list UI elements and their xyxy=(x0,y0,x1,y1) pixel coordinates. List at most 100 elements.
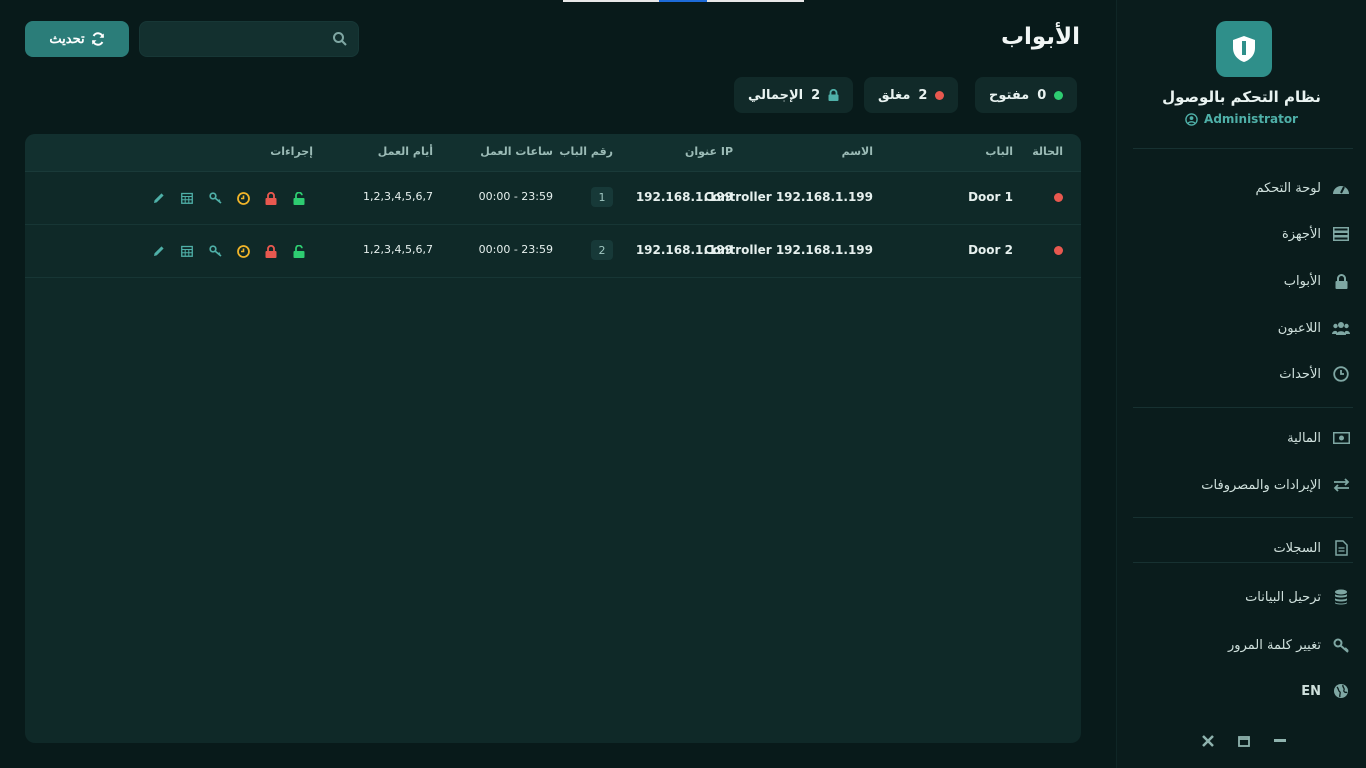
table-header: الحالة الباب الاسم عنوان IP رقم الباب سا… xyxy=(25,134,1081,172)
edit-button[interactable] xyxy=(152,244,166,258)
sidebar-item-label: ترحيل البيانات xyxy=(1245,589,1321,605)
close-door-button[interactable] xyxy=(264,244,278,258)
close-window-button[interactable] xyxy=(1198,731,1218,751)
sidebar-item-devices[interactable]: الأجهزة xyxy=(1133,216,1353,252)
sidebar: نظام التحكم بالوصول Administrator لوحة ا… xyxy=(1116,0,1366,768)
sidebar-item-label: الأحداث xyxy=(1279,366,1321,382)
door-status-dot xyxy=(1054,246,1063,255)
working-hours: 00:00 - 23:59 xyxy=(478,243,553,256)
open-label: مفتوح xyxy=(989,87,1030,103)
lock-icon xyxy=(1331,271,1351,291)
unlock-icon xyxy=(293,244,305,258)
shield-icon xyxy=(1233,36,1255,62)
table-row: Door 1 Controller 192.168.1.199 192.168.… xyxy=(25,172,1081,225)
close-door-button[interactable] xyxy=(264,191,278,205)
open-status-dot xyxy=(1054,90,1064,100)
sidebar-item-label: الإيرادات والمصروفات xyxy=(1201,477,1321,493)
closed-label: مغلق xyxy=(878,87,911,103)
calendar-icon xyxy=(181,192,193,204)
schedule-button[interactable] xyxy=(236,191,250,205)
sidebar-item-data-migration[interactable]: ترحيل البيانات xyxy=(1133,579,1353,615)
door-password-button[interactable] xyxy=(208,191,222,205)
current-user: Administrator xyxy=(1117,112,1366,126)
sidebar-item-label: تغيير كلمة المرور xyxy=(1228,637,1321,653)
lock-icon xyxy=(828,89,839,101)
sidebar-item-language[interactable]: EN xyxy=(1133,673,1353,709)
total-count-chip: 2 الإجمالي xyxy=(734,77,854,113)
minimize-window-button[interactable] xyxy=(1270,731,1290,751)
header-working-hours: ساعات العمل xyxy=(480,145,553,158)
server-icon xyxy=(1331,224,1351,244)
maximize-window-button[interactable] xyxy=(1234,731,1254,751)
search-input[interactable] xyxy=(139,21,359,57)
dashboard-icon xyxy=(1331,178,1351,198)
sidebar-divider xyxy=(1133,562,1353,563)
top-window-strip-accent xyxy=(659,0,707,2)
ip-address: 192.168.1.199 xyxy=(635,190,733,204)
clock-icon xyxy=(236,244,250,258)
top-window-strip xyxy=(563,0,804,2)
refresh-button[interactable]: تحديث xyxy=(25,21,129,57)
sidebar-item-players[interactable]: اللاعبون xyxy=(1133,310,1353,346)
sidebar-item-finance[interactable]: المالية xyxy=(1133,420,1353,456)
open-door-button[interactable] xyxy=(292,191,306,205)
key-icon xyxy=(208,245,222,257)
sidebar-divider xyxy=(1133,517,1353,518)
working-days: 1,2,3,4,5,6,7 xyxy=(363,190,433,203)
open-door-button[interactable] xyxy=(292,244,306,258)
edit-button[interactable] xyxy=(152,191,166,205)
header-door-number: رقم الباب xyxy=(559,145,613,158)
sidebar-item-events[interactable]: الأحداث xyxy=(1133,356,1353,392)
door-password-button[interactable] xyxy=(208,244,222,258)
total-label: الإجمالي xyxy=(748,87,804,103)
calendar-button[interactable] xyxy=(180,191,194,205)
door-number-badge: 1 xyxy=(591,187,613,207)
closed-count-chip: 2 مغلق xyxy=(864,77,959,113)
header-actions: إجراءات xyxy=(270,145,313,158)
total-count: 2 xyxy=(811,87,821,103)
header-status: الحالة xyxy=(1032,145,1063,158)
header-working-days: أيام العمل xyxy=(377,145,433,158)
open-count-chip: 0 مفتوح xyxy=(975,77,1078,113)
users-icon xyxy=(1331,318,1351,338)
header-door: الباب xyxy=(985,145,1013,158)
sidebar-item-label: الأجهزة xyxy=(1281,226,1321,242)
clock-icon xyxy=(236,191,250,205)
header-ip: عنوان IP xyxy=(684,145,733,158)
lock-icon xyxy=(265,191,277,205)
working-days: 1,2,3,4,5,6,7 xyxy=(363,243,433,256)
sidebar-item-dashboard[interactable]: لوحة التحكم xyxy=(1133,170,1353,206)
sidebar-item-doors[interactable]: الأبواب xyxy=(1133,263,1353,299)
header-name: الاسم xyxy=(841,145,873,158)
sidebar-item-logs[interactable]: السجلات xyxy=(1133,530,1353,566)
maximize-icon xyxy=(1238,735,1250,747)
lock-icon xyxy=(265,244,277,258)
sidebar-item-label: المالية xyxy=(1287,430,1321,446)
page-title: الأبواب xyxy=(1000,24,1080,50)
door-name: Door 2 xyxy=(968,243,1013,257)
app-logo xyxy=(1216,21,1272,77)
door-name: Door 1 xyxy=(968,190,1013,204)
refresh-icon xyxy=(91,32,104,46)
sidebar-divider xyxy=(1133,407,1353,408)
doors-table: الحالة الباب الاسم عنوان IP رقم الباب سا… xyxy=(25,134,1081,743)
working-hours: 00:00 - 23:59 xyxy=(478,190,553,203)
key-icon xyxy=(208,192,222,204)
sidebar-item-label: اللاعبون xyxy=(1277,320,1321,336)
money-icon xyxy=(1331,428,1351,448)
close-icon xyxy=(1202,735,1214,747)
sidebar-item-label: EN xyxy=(1301,683,1321,699)
calendar-button[interactable] xyxy=(180,244,194,258)
search-icon xyxy=(333,32,347,46)
schedule-button[interactable] xyxy=(236,244,250,258)
closed-status-dot xyxy=(935,90,945,100)
sidebar-item-change-password[interactable]: تغيير كلمة المرور xyxy=(1133,627,1353,663)
document-icon xyxy=(1331,538,1351,558)
ip-address: 192.168.1.199 xyxy=(635,243,733,257)
globe-icon xyxy=(1331,681,1351,701)
pencil-icon xyxy=(154,193,164,203)
database-icon xyxy=(1331,587,1351,607)
sidebar-item-income-expenses[interactable]: الإيرادات والمصروفات xyxy=(1133,467,1353,503)
key-icon xyxy=(1331,635,1351,655)
pencil-icon xyxy=(154,246,164,256)
